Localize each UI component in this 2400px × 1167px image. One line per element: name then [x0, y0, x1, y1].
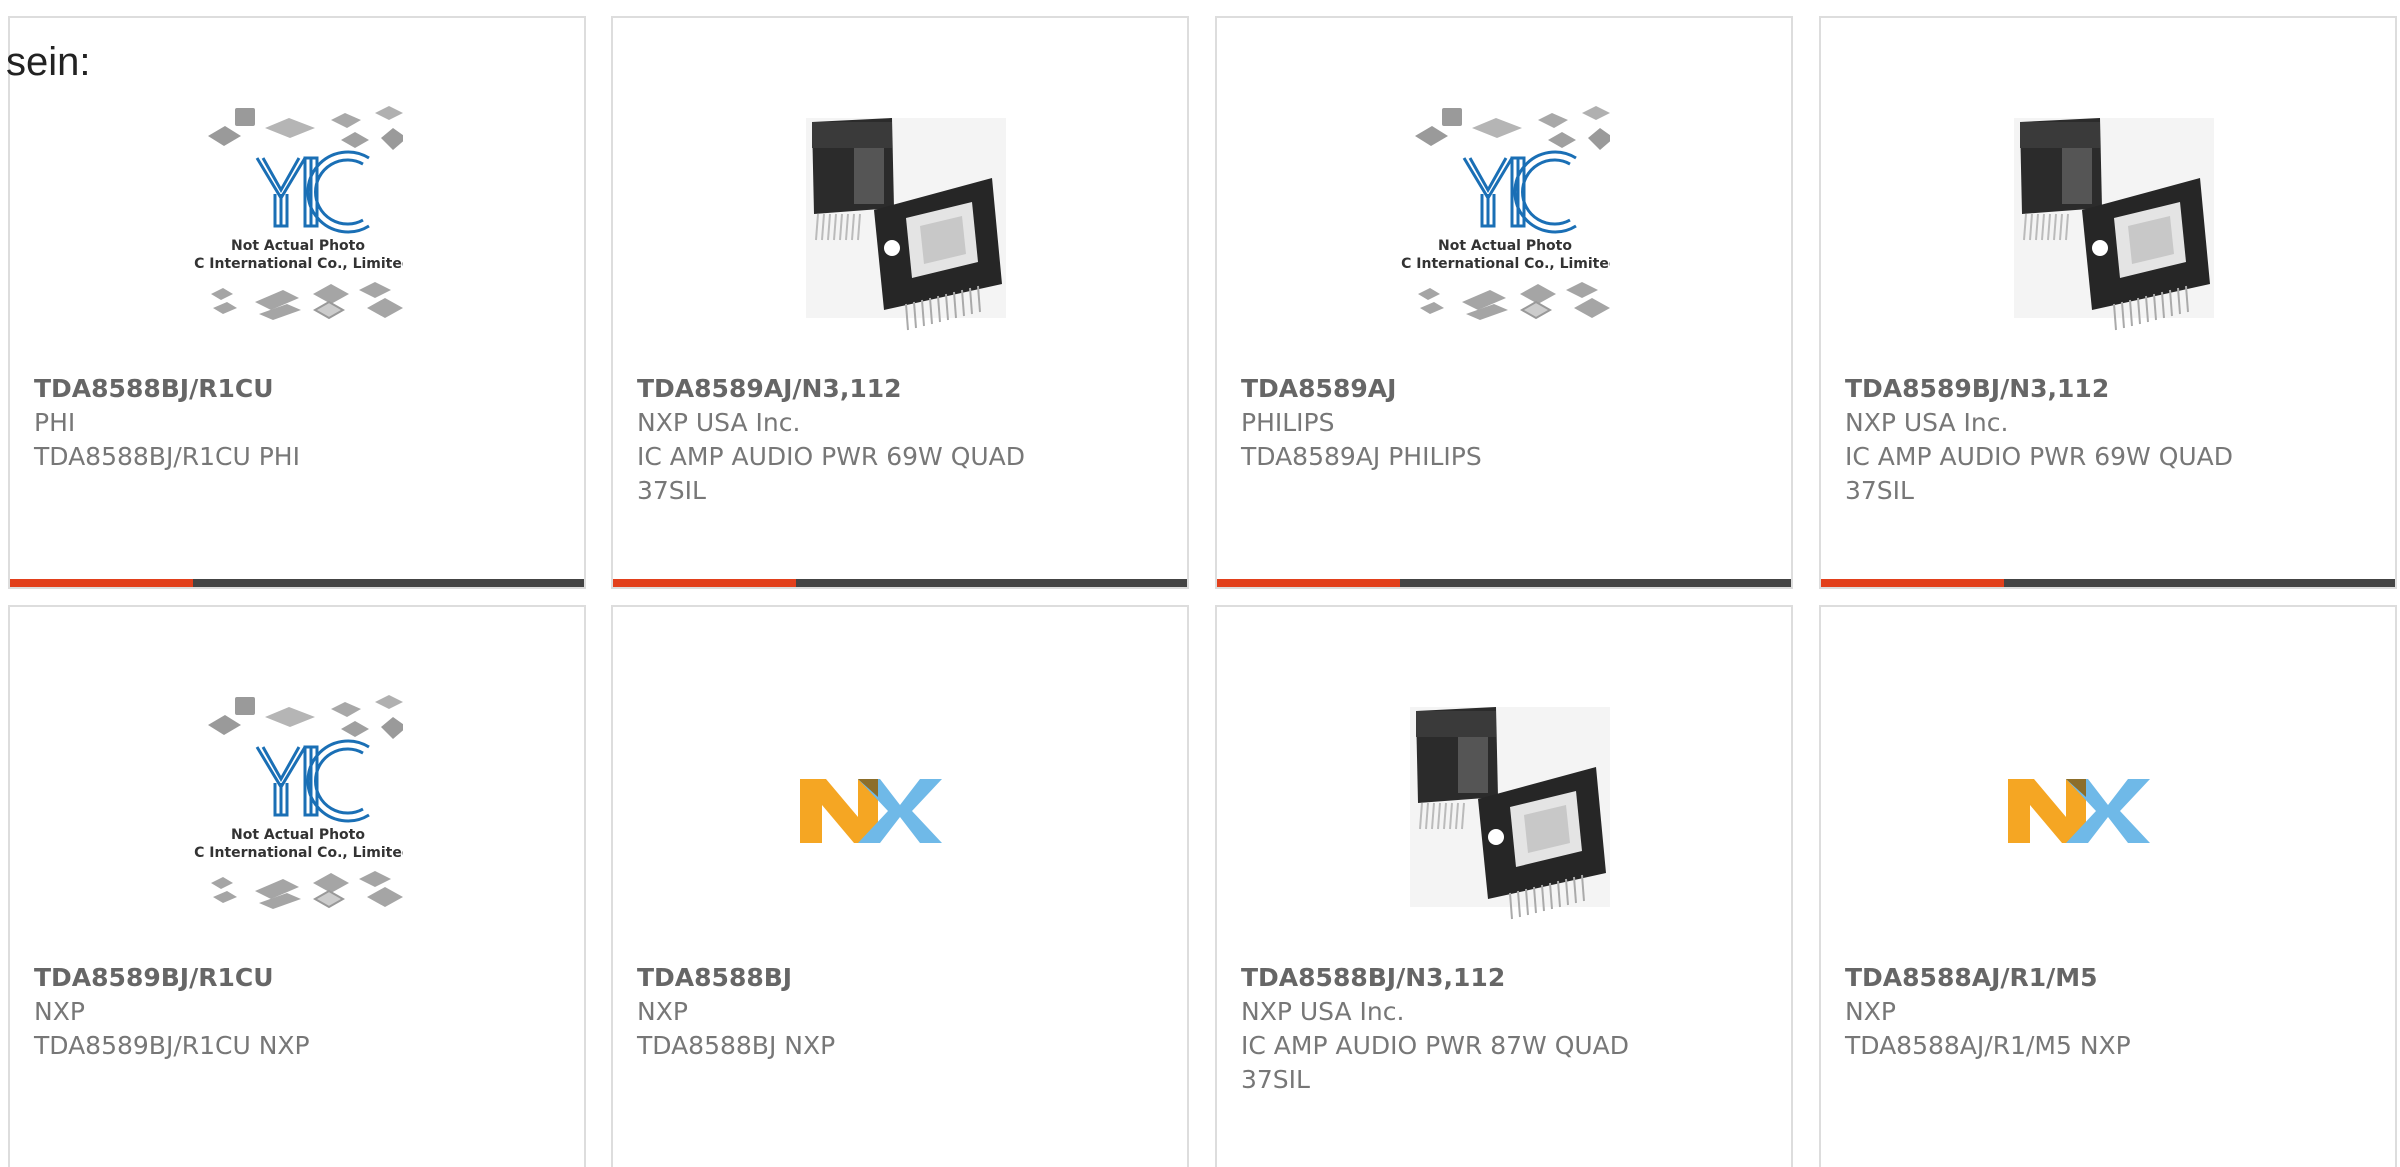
product-info: TDA8588BJ/N3,112 NXP USA Inc. IC AMP AUD…: [1241, 961, 1761, 1097]
manufacturer-text: NXP USA Inc.: [1845, 408, 2009, 437]
product-grid-page: sein: Not Actual Photo C International C…: [0, 0, 2400, 1167]
card-bottom-bar: [10, 579, 584, 587]
yic-placeholder-image: Not Actual Photo YIC International Co., …: [193, 98, 403, 338]
product-info: TDA8589BJ/R1CU NXP TDA8589BJ/R1CU NXP: [34, 961, 554, 1063]
description-text: TDA8588BJ/R1CU PHI: [34, 442, 300, 471]
part-number-link[interactable]: TDA8589BJ/N3,112: [1845, 372, 2365, 406]
yic-caption-line1: Not Actual Photo: [231, 238, 365, 254]
product-card[interactable]: TDA8589AJ/N3,112 NXP USA Inc. IC AMP AUD…: [611, 16, 1189, 589]
card-accent-bar: [613, 579, 796, 587]
part-number-link[interactable]: TDA8588BJ/N3,112: [1241, 961, 1761, 995]
product-info: TDA8588AJ/R1/M5 NXP TDA8588AJ/R1/M5 NXP: [1845, 961, 2365, 1063]
yic-caption-line1: Not Actual Photo: [231, 827, 365, 843]
card-accent-bar: [10, 579, 193, 587]
product-card[interactable]: Not Actual Photo YIC International Co., …: [1215, 16, 1793, 589]
manufacturer-text: NXP: [1845, 997, 1896, 1026]
product-info: TDA8588BJ/R1CU PHI TDA8588BJ/R1CU PHI: [34, 372, 554, 474]
manufacturer-text: NXP: [34, 997, 85, 1026]
card-bottom-bar: [613, 579, 1187, 587]
yic-placeholder-image: Not Actual Photo YIC International Co., …: [1400, 98, 1610, 338]
part-number-link[interactable]: TDA8588BJ/R1CU: [34, 372, 554, 406]
yic-caption-line2: YIC International Co., Limited.: [193, 256, 403, 272]
card-accent-bar: [1217, 579, 1400, 587]
description-text: IC AMP AUDIO PWR 69W QUAD 37SIL: [637, 442, 1026, 505]
part-number-link[interactable]: TDA8588BJ: [637, 961, 1157, 995]
card-accent-bar: [1821, 579, 2004, 587]
product-card[interactable]: TDA8588BJ/N3,112 NXP USA Inc. IC AMP AUD…: [1215, 605, 1793, 1167]
description-text: TDA8588BJ NXP: [637, 1031, 836, 1060]
yic-caption-line1: Not Actual Photo: [1438, 238, 1572, 254]
yic-caption-line2: YIC International Co., Limited.: [193, 845, 403, 861]
product-info: TDA8589AJ/N3,112 NXP USA Inc. IC AMP AUD…: [637, 372, 1157, 508]
product-card[interactable]: TDA8588AJ/R1/M5 NXP TDA8588AJ/R1/M5 NXP: [1819, 605, 2397, 1167]
manufacturer-text: NXP: [637, 997, 688, 1026]
card-bottom-bar: [1821, 579, 2395, 587]
chip-photo-image: [1400, 687, 1610, 927]
yic-placeholder-image: Not Actual Photo YIC International Co., …: [193, 687, 403, 927]
chip-photo-image: [796, 98, 1006, 338]
product-info: TDA8588BJ NXP TDA8588BJ NXP: [637, 961, 1157, 1063]
product-card[interactable]: Not Actual Photo YIC International Co., …: [8, 16, 586, 589]
product-info: TDA8589BJ/N3,112 NXP USA Inc. IC AMP AUD…: [1845, 372, 2365, 508]
manufacturer-text: NXP USA Inc.: [1241, 997, 1405, 1026]
product-card[interactable]: TDA8588BJ NXP TDA8588BJ NXP: [611, 605, 1189, 1167]
description-text: TDA8589BJ/R1CU NXP: [34, 1031, 310, 1060]
lead-text: sein:: [6, 40, 91, 84]
product-card[interactable]: TDA8589BJ/N3,112 NXP USA Inc. IC AMP AUD…: [1819, 16, 2397, 589]
manufacturer-text: NXP USA Inc.: [637, 408, 801, 437]
product-card[interactable]: Not Actual Photo YIC International Co., …: [8, 605, 586, 1167]
part-number-link[interactable]: TDA8589AJ: [1241, 372, 1761, 406]
manufacturer-text: PHI: [34, 408, 76, 437]
description-text: TDA8589AJ PHILIPS: [1241, 442, 1482, 471]
card-bottom-bar: [1217, 579, 1791, 587]
description-text: IC AMP AUDIO PWR 87W QUAD 37SIL: [1241, 1031, 1630, 1094]
chip-photo-image: [2004, 98, 2214, 338]
product-info: TDA8589AJ PHILIPS TDA8589AJ PHILIPS: [1241, 372, 1761, 474]
description-text: IC AMP AUDIO PWR 69W QUAD 37SIL: [1845, 442, 2234, 505]
nxp-logo-image: [2004, 687, 2214, 927]
yic-caption-line2: YIC International Co., Limited.: [1400, 256, 1610, 272]
description-text: TDA8588AJ/R1/M5 NXP: [1845, 1031, 2131, 1060]
part-number-link[interactable]: TDA8589AJ/N3,112: [637, 372, 1157, 406]
part-number-link[interactable]: TDA8589BJ/R1CU: [34, 961, 554, 995]
manufacturer-text: PHILIPS: [1241, 408, 1335, 437]
nxp-logo-image: [796, 687, 1006, 927]
part-number-link[interactable]: TDA8588AJ/R1/M5: [1845, 961, 2365, 995]
